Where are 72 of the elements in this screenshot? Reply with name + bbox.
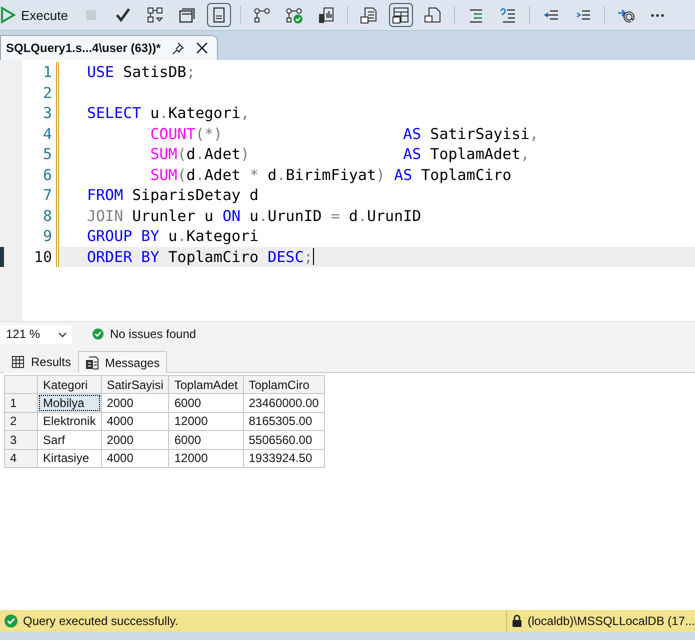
code-line: SELECT u.Kategori, (87, 104, 250, 122)
document-icon (85, 356, 100, 370)
column-header[interactable]: ToplamCiro (243, 376, 324, 394)
line-number: 9 (42, 227, 52, 246)
table-cell: 2000 (101, 430, 169, 449)
issues-status: No issues found (110, 327, 196, 341)
table-cell: 4000 (101, 449, 169, 468)
line-number: 8 (42, 206, 52, 225)
lines-icon (498, 6, 517, 24)
more-icon (650, 14, 664, 16)
check-circle-icon (92, 328, 104, 340)
document-icon (360, 6, 378, 24)
table-cell: 2000 (101, 394, 169, 412)
check-circle-icon (4, 614, 18, 628)
table-cell: 6000 (168, 430, 244, 449)
zoom-dropdown[interactable]: 121 % (0, 324, 72, 344)
code-line: JOIN Urunler u ON u.UrunID = d.UrunID (87, 206, 422, 225)
table-cell: 6000 (168, 394, 244, 412)
table-cell: Sarf (38, 430, 102, 449)
grid-icon (11, 354, 25, 368)
row-number: 4 (4, 449, 38, 468)
line-number: 5 (42, 145, 52, 164)
play-icon (0, 6, 17, 24)
line-number: 1 (42, 63, 52, 82)
check-circle-icon (284, 6, 303, 24)
line-number: 6 (42, 166, 52, 184)
status-message: Query executed successfully. (23, 614, 178, 628)
table-cell: 12000 (168, 412, 244, 430)
table-cell: Kirtasiye (38, 449, 102, 468)
result-tab[interactable]: Messages (78, 351, 167, 373)
statistics-icon (316, 6, 335, 24)
table-cell: 8165305.00 (243, 412, 324, 430)
line-number: 2 (42, 84, 52, 102)
toolbar-button[interactable] (206, 3, 231, 27)
row-number: 2 (4, 412, 38, 430)
execute-button[interactable]: Execute (0, 3, 71, 27)
table-cell: 1933924.50 (243, 449, 324, 468)
code-line: GROUP BY u.Kategori (87, 227, 259, 246)
windows-icon (178, 6, 196, 24)
row-number: 1 (4, 394, 38, 412)
code-line: FROM SiparisDetay d (87, 186, 259, 204)
column-header[interactable]: SatirSayisi (101, 376, 169, 394)
code-line: ORDER BY ToplamCiro DESC; (87, 248, 313, 266)
table-icon (392, 6, 410, 24)
line-number: 10 (32, 248, 52, 266)
line-number: 3 (42, 104, 52, 122)
code-line: COUNT(*) AS SatirSayisi, (149, 124, 539, 143)
table-cell: Elektronik (38, 412, 102, 430)
code-line: USE SatisDB; (87, 63, 196, 82)
column-header[interactable]: Kategori (38, 376, 102, 394)
code-line: SUM(d.Adet) AS ToplamAdet, (149, 145, 530, 164)
table-cell: Mobilya (38, 394, 102, 412)
flowchart-icon (146, 6, 164, 24)
pin-icon (170, 41, 185, 55)
lock-icon (510, 614, 523, 628)
check-icon (114, 6, 132, 24)
close-icon (194, 41, 209, 55)
connection-name: (localdb)\MSSQLLocalDB (17... (528, 614, 695, 628)
document-tab[interactable]: SQLQuery1.s...4\user (63))* (0, 35, 218, 60)
row-number: 3 (4, 430, 38, 449)
table-cell: 12000 (168, 449, 244, 468)
table-cell: 23460000.00 (243, 394, 324, 412)
table-cell: 5506560.00 (243, 430, 324, 449)
line-number: 4 (42, 124, 52, 143)
line-number: 7 (42, 186, 52, 204)
toolbar-button[interactable] (388, 3, 413, 27)
column-header[interactable]: ToplamAdet (168, 376, 244, 394)
connection-icon (252, 6, 271, 24)
file-icon (424, 6, 442, 24)
code-line: SUM(d.Adet * d.BirimFiyat) AS ToplamCiro (149, 166, 512, 184)
text-cursor (312, 248, 314, 266)
table-cell: 4000 (101, 412, 169, 430)
